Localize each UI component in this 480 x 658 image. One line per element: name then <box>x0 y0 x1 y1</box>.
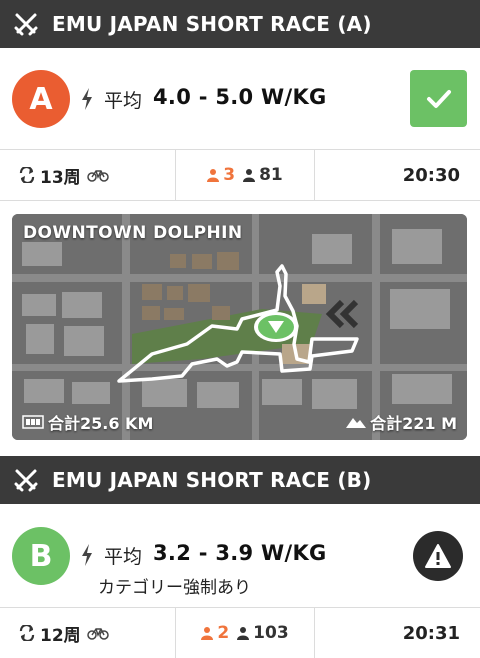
bolt-icon <box>82 88 92 110</box>
riders-person-icon <box>243 169 256 182</box>
wkg-range: 3.2 - 3.9 W/KG <box>153 541 327 565</box>
event-b-header[interactable]: EMU JAPAN SHORT RACE (B) <box>0 456 480 504</box>
elevation-label: 合計221 M <box>346 410 457 434</box>
laps-loop-icon <box>19 625 35 641</box>
signed-up-count: 3 <box>223 165 236 185</box>
forced-category-note: カテゴリー強制あり <box>98 578 251 598</box>
riders-person-icon <box>237 627 250 640</box>
riders-count: 81 <box>259 165 283 185</box>
bike-icon <box>86 170 109 182</box>
mountain-icon <box>346 418 367 428</box>
event-a-header[interactable]: EMU JAPAN SHORT RACE (A) <box>0 0 480 48</box>
distance-value: 合計25.6 KM <box>48 414 154 433</box>
avg-label: 平均 <box>104 90 143 112</box>
route-name: DOWNTOWN DOLPHIN <box>23 223 243 243</box>
category-b-badge: B <box>12 527 70 585</box>
avg-label: 平均 <box>104 546 143 568</box>
start-time-cell: 20:30 <box>315 150 480 200</box>
event-a-title: EMU JAPAN SHORT RACE (A) <box>52 12 372 36</box>
distance-label: 合計25.6 KM <box>22 410 153 434</box>
start-time: 20:30 <box>402 164 460 186</box>
laps-loop-icon <box>19 167 35 183</box>
signed-up-person-icon <box>201 627 214 640</box>
signed-up-count: 2 <box>217 623 230 643</box>
riders-cell: 3 81 <box>175 150 315 200</box>
laps-count: 13周 <box>40 167 81 188</box>
wkg-range: 4.0 - 5.0 W/KG <box>153 85 327 109</box>
route-map[interactable]: DOWNTOWN DOLPHIN 合計25.6 KM 合計221 M <box>12 214 467 440</box>
crossed-swords-icon <box>0 12 52 36</box>
laps-cell: 12周 <box>0 608 175 658</box>
warning-icon <box>425 544 451 568</box>
signed-up-person-icon <box>207 169 220 182</box>
laps-count: 12周 <box>40 625 81 646</box>
check-icon <box>426 89 451 108</box>
elevation-value: 合計221 M <box>370 414 457 433</box>
crossed-swords-icon <box>0 468 52 492</box>
joined-check-button[interactable] <box>410 70 467 127</box>
event-b-title: EMU JAPAN SHORT RACE (B) <box>52 468 372 492</box>
bolt-icon <box>82 544 92 566</box>
bike-icon <box>86 628 109 640</box>
start-time: 20:31 <box>402 622 460 644</box>
map-background <box>12 214 467 440</box>
riders-count: 103 <box>253 623 289 643</box>
category-a-badge: A <box>12 70 70 128</box>
riders-cell: 2 103 <box>175 608 315 658</box>
odometer-icon <box>22 415 44 429</box>
laps-cell: 13周 <box>0 150 175 200</box>
warning-button[interactable] <box>413 531 463 581</box>
start-time-cell: 20:31 <box>315 608 480 658</box>
event-a-stats: 13周 3 81 20:30 <box>0 149 480 201</box>
event-b-stats: 12周 2 103 20:31 <box>0 607 480 658</box>
